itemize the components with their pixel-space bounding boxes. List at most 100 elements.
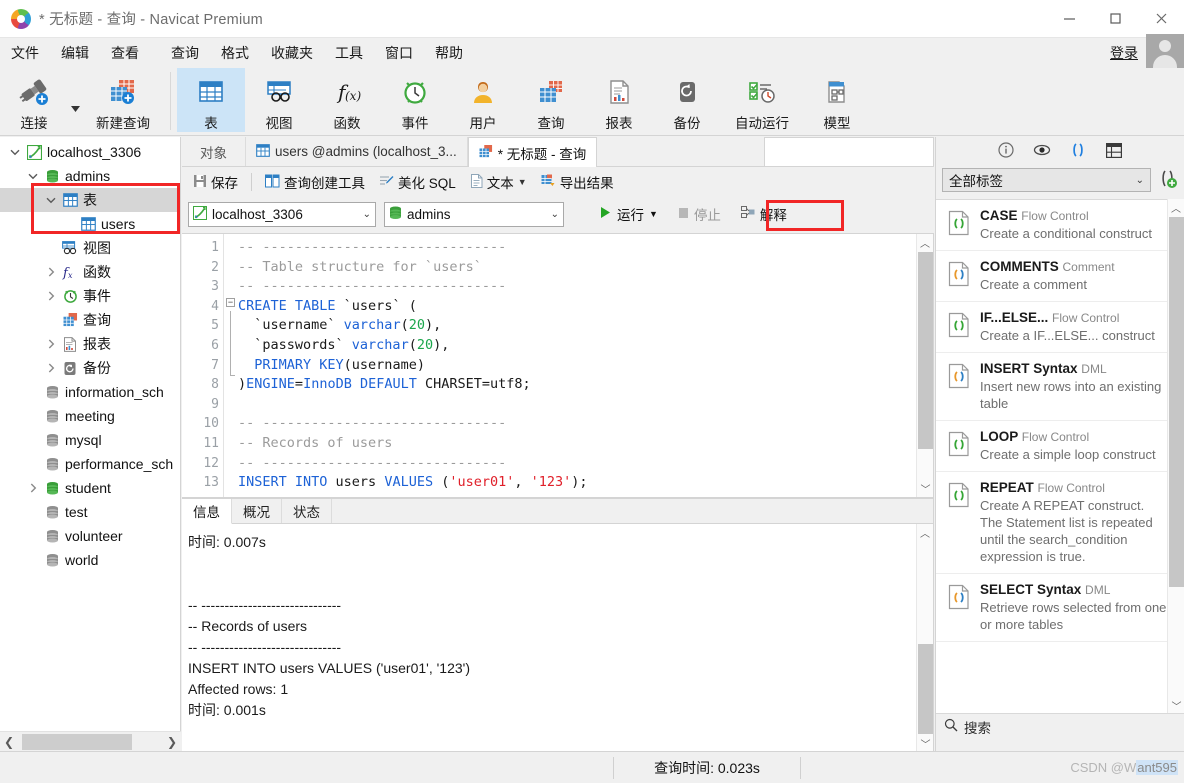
sidebar-horizontal-scrollbar[interactable]: ❮ ❯ xyxy=(0,731,181,751)
ribbon-button-model[interactable]: 模型 xyxy=(803,68,871,132)
code-line[interactable]: CREATE TABLE `users` ( xyxy=(238,297,933,317)
ribbon-button-view[interactable]: 视图 xyxy=(245,68,313,132)
ribbon-button-query[interactable]: 查询 xyxy=(517,68,585,132)
snippet-item[interactable]: INSERT Syntax DML Insert new rows into an… xyxy=(936,353,1184,421)
eye-icon[interactable] xyxy=(1033,141,1051,159)
scroll-up-icon[interactable]: ︿ xyxy=(917,524,933,541)
ribbon-button-report[interactable]: 报表 xyxy=(585,68,653,132)
login-link[interactable]: 登录 xyxy=(1110,43,1138,63)
chevron-right-icon[interactable] xyxy=(42,267,60,277)
tree-node-mysql[interactable]: mysql xyxy=(0,428,180,452)
database-select[interactable]: admins ⌄ xyxy=(384,201,564,227)
query-builder-button[interactable]: 查询创建工具 xyxy=(260,170,370,194)
tree-node-meeting[interactable]: meeting xyxy=(0,404,180,428)
tag-filter-select[interactable]: 全部标签 ⌄ xyxy=(942,168,1151,192)
close-button[interactable] xyxy=(1138,0,1184,38)
menu-item-window[interactable]: 窗口 xyxy=(374,40,424,66)
code-line[interactable]: INSERT INTO users VALUES ('user01', '123… xyxy=(238,473,933,493)
code-fold-column[interactable]: − xyxy=(224,234,238,497)
tab-untitled-query[interactable]: * 无标题 - 查询 xyxy=(467,137,598,167)
menu-item-view[interactable]: 查看 xyxy=(100,40,150,66)
snippet-item[interactable]: IF...ELSE... Flow Control Create a IF...E… xyxy=(936,302,1184,353)
scroll-up-icon[interactable]: ︿ xyxy=(917,234,933,251)
snippet-icon[interactable] xyxy=(1069,141,1087,159)
sql-code-editor[interactable]: 1 2 3 4 5 6 7 8 9 10 11 12 13 − -- -----------------… xyxy=(182,233,934,498)
ribbon-button-event[interactable]: 事件 xyxy=(381,68,449,132)
scroll-left-icon[interactable]: ❮ xyxy=(0,735,18,749)
tree-node-[interactable]: f x 函数 xyxy=(0,260,180,284)
menu-item-help[interactable]: 帮助 xyxy=(424,40,474,66)
chevron-right-icon[interactable] xyxy=(42,363,60,373)
text-button[interactable]: 文本 ▼ xyxy=(465,170,532,194)
ribbon-button-user[interactable]: 用户 xyxy=(449,68,517,132)
snippet-item[interactable]: REPEAT Flow Control Create A REPEAT const… xyxy=(936,472,1184,574)
tree-node-[interactable]: 视图 xyxy=(0,236,180,260)
tab-users-table[interactable]: users @admins (localhost_3... xyxy=(246,137,468,166)
menu-item-favorites[interactable]: 收藏夹 xyxy=(260,40,324,66)
ribbon-button-new-query[interactable]: 新建查询 xyxy=(82,68,164,132)
avatar[interactable] xyxy=(1146,34,1184,72)
snippet-search-box[interactable]: 搜索 xyxy=(936,713,1184,739)
tree-node-[interactable]: 表 xyxy=(0,188,180,212)
tree-node-admins[interactable]: admins xyxy=(0,164,180,188)
snippet-item[interactable]: LOOP Flow Control Create a simple loop co… xyxy=(936,421,1184,472)
connection-dropdown-caret-icon[interactable] xyxy=(68,70,82,134)
tree-node-users[interactable]: users xyxy=(0,212,180,236)
tree-node-[interactable]: 报表 xyxy=(0,332,180,356)
scroll-right-icon[interactable]: ❯ xyxy=(163,735,181,749)
scroll-up-icon[interactable]: ︿ xyxy=(1168,199,1184,216)
chevron-right-icon[interactable] xyxy=(24,483,42,493)
tab-info[interactable]: 信息 xyxy=(182,499,232,524)
code-line[interactable] xyxy=(238,395,933,415)
chevron-right-icon[interactable] xyxy=(42,291,60,301)
tree-node-[interactable]: 事件 xyxy=(0,284,180,308)
tab-status[interactable]: 状态 xyxy=(282,499,332,523)
code-line[interactable]: PRIMARY KEY(username) xyxy=(238,356,933,376)
menu-item-edit[interactable]: 编辑 xyxy=(50,40,100,66)
results-vertical-scrollbar[interactable]: ︿ ﹀ xyxy=(916,524,933,752)
tree-node-localhost_3306[interactable]: localhost_3306 xyxy=(0,140,180,164)
info-icon[interactable] xyxy=(997,141,1015,159)
tree-node-performance_sch[interactable]: performance_sch xyxy=(0,452,180,476)
scroll-thumb[interactable] xyxy=(22,733,132,750)
chevron-down-icon[interactable]: ⌄ xyxy=(1136,175,1144,186)
chevron-down-icon[interactable] xyxy=(24,173,42,180)
tab-objects[interactable]: 对象 xyxy=(182,137,246,166)
ribbon-button-table[interactable]: 表 xyxy=(177,68,245,132)
scroll-down-icon[interactable]: ﹀ xyxy=(1168,697,1184,714)
ribbon-button-backup[interactable]: 备份 xyxy=(653,68,721,132)
code-line[interactable]: -- Records of users xyxy=(238,434,933,454)
tree-node-student[interactable]: student xyxy=(0,476,180,500)
beautify-sql-button[interactable]: 美化 SQL xyxy=(374,170,461,194)
code-line[interactable]: )ENGINE=InnoDB DEFAULT CHARSET=utf8; xyxy=(238,375,933,395)
tree-node-information_sch[interactable]: information_sch xyxy=(0,380,180,404)
snippet-item[interactable]: SELECT Syntax DML Retrieve rows selected … xyxy=(936,574,1184,642)
connection-select[interactable]: localhost_3306 ⌄ xyxy=(188,201,376,227)
maximize-button[interactable] xyxy=(1092,0,1138,38)
chevron-down-icon[interactable] xyxy=(6,149,24,156)
sql-code-text[interactable]: -- ------------------------------ -- Tabl… xyxy=(238,234,933,497)
snippet-item[interactable]: COMMENTS Comment Create a comment xyxy=(936,251,1184,302)
explain-button[interactable]: 解释 xyxy=(735,202,793,226)
minimize-button[interactable] xyxy=(1046,0,1092,38)
scroll-down-icon[interactable]: ﹀ xyxy=(917,735,934,752)
editor-vertical-scrollbar[interactable]: ︿ ﹀ xyxy=(916,234,933,497)
code-line[interactable]: `passwords` varchar(20), xyxy=(238,336,933,356)
chevron-down-icon[interactable]: ▼ xyxy=(518,177,527,187)
run-button[interactable]: 运行 ▼ xyxy=(594,202,664,226)
code-line[interactable]: -- ------------------------------ xyxy=(238,454,933,474)
scroll-down-icon[interactable]: ﹀ xyxy=(917,480,934,497)
add-snippet-icon[interactable] xyxy=(1158,169,1178,192)
chevron-down-icon[interactable]: ⌄ xyxy=(357,209,371,220)
grid-icon[interactable] xyxy=(1105,141,1123,159)
menu-item-query[interactable]: 查询 xyxy=(160,40,210,66)
chevron-down-icon[interactable]: ▼ xyxy=(649,209,658,219)
code-line[interactable]: -- Table structure for `users` xyxy=(238,258,933,278)
chevron-down-icon[interactable] xyxy=(42,197,60,204)
tree-node-world[interactable]: world xyxy=(0,548,180,572)
object-tree[interactable]: localhost_3306 admins 表 users 视图 f x 函数 事件 查询 报表 备份… xyxy=(0,140,180,725)
fold-toggle-icon[interactable]: − xyxy=(226,298,235,307)
tab-profile[interactable]: 概况 xyxy=(232,499,282,523)
tree-node-[interactable]: 查询 xyxy=(0,308,180,332)
snippet-vertical-scrollbar[interactable]: ︿ ﹀ xyxy=(1167,199,1184,714)
